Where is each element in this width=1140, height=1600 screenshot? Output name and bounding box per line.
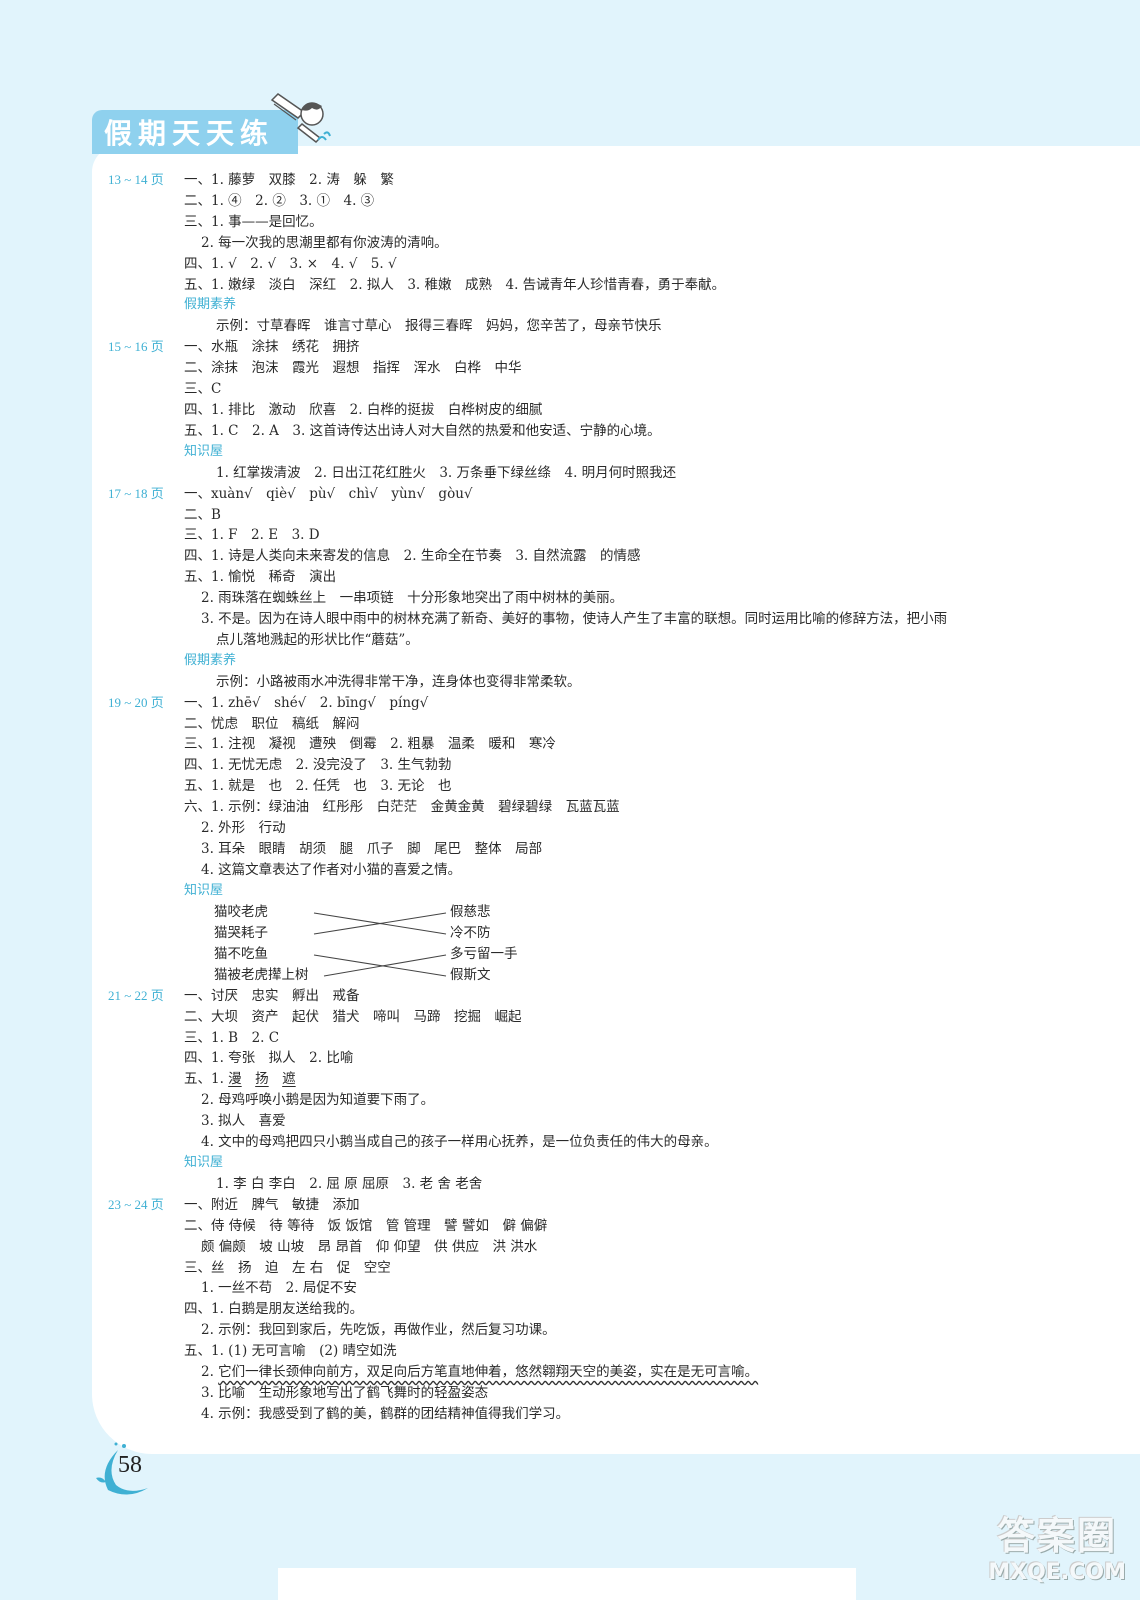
match-left-item: 猫被老虎撵上树 <box>214 966 309 983</box>
answer-line: 示例：小路被雨水冲洗得非常干净，连身体也变得非常柔软。 <box>216 673 581 690</box>
section-heading: 知识屋 <box>184 1154 224 1170</box>
answer-line: 4. 文中的母鸡把四只小鹅当成自己的孩子一样用心抚养，是一位负责任的伟大的母亲。 <box>201 1134 718 1151</box>
underlined-char: 扬 <box>255 1071 269 1088</box>
answer-line: 六、1. 示例：绿油油 红彤彤 白茫茫 金黄金黄 碧绿碧绿 瓦蓝瓦蓝 <box>184 799 620 816</box>
answer-line: 一、附近 脾气 敏捷 添加 <box>184 1196 360 1213</box>
answer-line: 四、1. 诗是人类向未来寄发的信息 2. 生命全在节奏 3. 自然流露 的情感 <box>184 548 641 565</box>
answer-line: 点儿落地溅起的形状比作“蘑菇”。 <box>216 631 419 648</box>
answer-line: 三、C <box>184 381 222 398</box>
answer-line: 二、涂抹 泡沫 霞光 遐想 指挥 浑水 白桦 中华 <box>184 360 522 377</box>
answer-line: 二、1. ④ 2. ② 3. ① 4. ③ <box>184 192 375 209</box>
header-title: 假期天天练 <box>104 117 275 150</box>
answer-line: 2. 母鸡呼唤小鹅是因为知道要下雨了。 <box>201 1092 435 1109</box>
answer-line: 五、1. 愉悦 稀奇 演出 <box>184 569 337 586</box>
match-left-item: 猫哭耗子 <box>214 924 268 941</box>
answer-line: 三、丝 扬 迫 左 右 促 空空 <box>184 1259 391 1276</box>
section-heading: 假期素养 <box>184 652 237 668</box>
answer-line: 二、忧虑 职位 稿纸 解闷 <box>184 715 360 732</box>
watermark-url: MXQE.COM <box>988 1560 1126 1585</box>
answer-line: 四、1. 白鹅是朋友送给我的。 <box>184 1301 364 1318</box>
answer-line: 一、1. zhē√ shé√ 2. bīng√ píng√ <box>184 694 429 711</box>
answer-line: 3. 拟人 喜爱 <box>201 1113 286 1130</box>
page-range-label: 23 ~ 24 页 <box>108 1196 164 1212</box>
answer-line: 三、1. 事——是回忆。 <box>184 213 323 230</box>
answer-line: 一、1. 藤萝 双膝 2. 涛 躲 繁 <box>184 172 394 188</box>
idiom-matching: 猫咬老虎 猫哭耗子 猫不吃鱼 猫被老虎撵上树 假慈悲 冷不防 多亏留一手 假斯文 <box>184 902 1048 986</box>
underlined-char: 漫 <box>228 1071 242 1088</box>
underlined-char: 遮 <box>282 1071 296 1088</box>
wavy-underlined-text: 它们一律长颈伸向前方，双足向后方笔直地伸着，悠然翱翔天空的美姿，实在是无可言喻。 <box>218 1364 759 1381</box>
match-right-item: 假慈悲 <box>450 903 491 920</box>
line-prefix: 2. <box>201 1364 219 1381</box>
answer-line: 四、1. 夸张 拟人 2. 比喻 <box>184 1050 354 1067</box>
answer-line: 1. 一丝不苟 2. 局促不安 <box>201 1280 357 1297</box>
page-range-label: 19 ~ 20 页 <box>108 694 164 710</box>
page-range-label: 17 ~ 18 页 <box>108 485 164 501</box>
footer-bar <box>278 1568 856 1600</box>
answer-line: 颇 偏颇 坡 山坡 昂 昂首 仰 仰望 供 供应 洪 洪水 <box>201 1238 538 1255</box>
answer-line: 2. 外形 行动 <box>201 820 286 837</box>
answer-line: 一、xuàn√ qiè√ pù√ chì√ yùn√ gòu√ <box>184 485 473 502</box>
section-heading: 假期素养 <box>184 297 237 313</box>
page-range-label: 21 ~ 22 页 <box>108 987 164 1003</box>
match-right-item: 多亏留一手 <box>450 945 518 962</box>
section-p23: 23 ~ 24 页 一、附近 脾气 敏捷 添加 二、侍 侍候 待 等待 饭 饭馆… <box>108 1195 1048 1425</box>
page-range-label: 15 ~ 16 页 <box>108 339 164 355</box>
page-range-label: 13 ~ 14 页 <box>108 172 164 187</box>
section-heading: 知识屋 <box>184 882 224 898</box>
answer-line: 2. 每一次我的思潮里都有你波涛的清响。 <box>201 234 448 251</box>
answer-line: 五、1. (1) 无可言喻 (2) 晴空如洗 <box>184 1343 397 1360</box>
answer-content: 13 ~ 14 页 一、1. 藤萝 双膝 2. 涛 躲 繁 二、1. ④ 2. … <box>108 170 1048 1425</box>
section-p19: 19 ~ 20 页 一、1. zhē√ shé√ 2. bīng√ píng√ … <box>108 693 1048 902</box>
answer-line: 一、讨厌 忠实 孵出 戒备 <box>184 987 360 1004</box>
watermark: 答案圈 MXQE.COM <box>988 1505 1126 1585</box>
answer-line: 二、B <box>184 506 221 523</box>
diving-boy-icon <box>270 93 331 143</box>
answer-line: 三、1. F 2. E 3. D <box>184 527 320 544</box>
answer-line: 4. 这篇文章表达了作者对小猫的喜爱之情。 <box>201 861 462 878</box>
page-number: 58 <box>118 1452 142 1478</box>
answer-line: 示例：寸草春晖 谁言寸草心 报得三春晖 妈妈，您辛苦了，母亲节快乐 <box>216 318 662 335</box>
answer-line: 4. 示例：我感受到了鹤的美，鹤群的团结精神值得我们学习。 <box>201 1405 570 1422</box>
watermark-logo: 答案圈 <box>997 1514 1118 1558</box>
section-p21: 21 ~ 22 页 一、讨厌 忠实 孵出 戒备 二、大坝 资产 起伏 猎犬 啼叫… <box>108 986 1048 1195</box>
section-heading: 知识屋 <box>184 443 224 459</box>
section-p13: 13 ~ 14 页 一、1. 藤萝 双膝 2. 涛 躲 繁 二、1. ④ 2. … <box>108 170 1048 337</box>
answer-line: 二、大坝 资产 起伏 猎犬 啼叫 马蹄 挖掘 崛起 <box>184 1008 522 1025</box>
answer-line: 2. 示例：我回到家后，先吃饭，再做作业，然后复习功课。 <box>201 1322 556 1339</box>
answer-line: 五、1. 就是 也 2. 任凭 也 3. 无论 也 <box>184 778 452 795</box>
answer-line: 2. 它们一律长颈伸向前方，双足向后方笔直地伸着，悠然翱翔天空的美姿，实在是无可… <box>184 1362 758 1383</box>
answer-line: 1. 李 白 李白 2. 屈 原 屈原 3. 老 舍 老舍 <box>216 1175 483 1192</box>
match-left-item: 猫不吃鱼 <box>214 945 268 962</box>
answer-line: 五、1. C 2. A 3. 这首诗传达出诗人对大自然的热爱和他安适、宁静的心境… <box>184 422 661 439</box>
answer-line: 三、1. 注视 凝视 遭殃 倒霉 2. 粗暴 温柔 暖和 寒冷 <box>184 736 556 753</box>
answer-line: 五、1. 嫩绿 淡白 深红 2. 拟人 3. 稚嫩 成熟 4. 告诫青年人珍惜青… <box>184 276 726 293</box>
match-left-item: 猫咬老虎 <box>214 903 268 920</box>
answer-line: 三、1. B 2. C <box>184 1029 280 1046</box>
section-p15: 15 ~ 16 页 一、水瓶 涂抹 绣花 拥挤 二、涂抹 泡沫 霞光 遐想 指挥… <box>108 337 1048 483</box>
answer-line: 四、1. 排比 激动 欣喜 2. 白桦的挺拔 白桦树皮的细腻 <box>184 401 543 418</box>
answer-line: 3. 耳朵 眼睛 胡须 腿 爪子 脚 尾巴 整体 局部 <box>201 841 543 857</box>
answer-line: 四、1. √ 2. √ 3. × 4. √ 5. √ <box>184 255 397 272</box>
answer-line: 1. 红掌拨清波 2. 日出江花红胜火 3. 万条垂下绿丝绦 4. 明月何时照我… <box>216 464 677 481</box>
answer-line: 3. 比喻 生动形象地写出了鹤飞舞时的轻盈姿态 <box>201 1384 489 1401</box>
answer-line: 3. 不是。因为在诗人眼中雨中的树林充满了新奇、美好的事物，使诗人产生了丰富的联… <box>201 611 948 628</box>
answer-line: 五、1. 漫 扬 遮 <box>184 1069 718 1090</box>
answer-line: 2. 雨珠落在蜘蛛丝上 一串项链 十分形象地突出了雨中树林的美丽。 <box>201 590 624 607</box>
match-right-item: 假斯文 <box>450 966 491 983</box>
line-prefix: 五、1. <box>184 1071 229 1088</box>
answer-line: 一、水瓶 涂抹 绣花 拥挤 <box>184 339 360 356</box>
match-right-item: 冷不防 <box>450 924 491 941</box>
answer-line: 二、侍 侍候 待 等待 饭 饭馆 管 管理 譬 譬如 僻 偏僻 <box>184 1217 548 1234</box>
answer-line: 四、1. 无忧无虑 2. 没完没了 3. 生气勃勃 <box>184 757 452 774</box>
section-p17: 17 ~ 18 页 一、xuàn√ qiè√ pù√ chì√ yùn√ gòu… <box>108 484 1048 693</box>
